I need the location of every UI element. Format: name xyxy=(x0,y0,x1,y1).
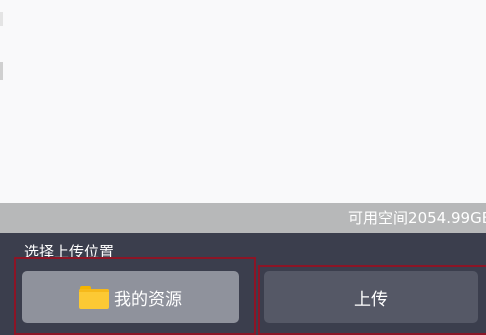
upload-location-panel: 选择上传位置 我的资源 上传 xyxy=(0,233,486,335)
edge-marker xyxy=(0,12,3,26)
edge-marker xyxy=(0,62,3,80)
my-resources-button[interactable]: 我的资源 xyxy=(22,271,239,323)
folder-icon xyxy=(79,285,109,309)
panel-title: 选择上传位置 xyxy=(24,243,115,261)
storage-info-bar: 可用空间2054.99GB xyxy=(0,203,486,233)
upload-label: 上传 xyxy=(354,289,388,310)
my-resources-label: 我的资源 xyxy=(114,289,182,310)
file-list-area xyxy=(0,0,486,203)
available-space-label: 可用空间2054.99GB xyxy=(348,209,486,227)
upload-button[interactable]: 上传 xyxy=(264,271,478,323)
